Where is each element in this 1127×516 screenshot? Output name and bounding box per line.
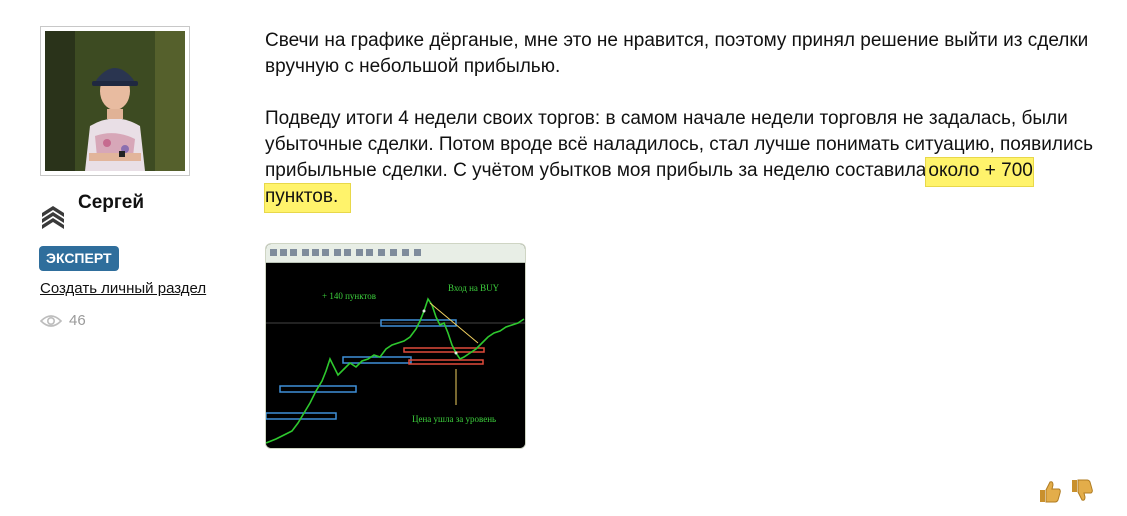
views-counter: 46: [40, 312, 86, 329]
expert-badge: ЭКСПЕРТ: [39, 246, 119, 271]
post-paragraph-1: Свечи на графике дёрганые, мне это не нр…: [265, 30, 1089, 77]
avatar[interactable]: [40, 26, 190, 176]
create-section-link[interactable]: Создать личный раздел: [40, 280, 206, 297]
thumbs-up-icon[interactable]: [1037, 478, 1063, 504]
views-count: 46: [69, 312, 86, 329]
user-sidebar: Сергей ЭКСПЕРТ Создать личный раздел 46: [0, 0, 250, 516]
chart-plot: + 140 пунктов Вход на BUY Цена ушла за у…: [266, 263, 525, 448]
reactions: [1037, 478, 1095, 504]
post-body: Свечи на графике дёрганые, мне это не нр…: [264, 28, 1110, 236]
post-paragraph-2: Подведу итоги 4 недели своих торгов: в с…: [264, 106, 1110, 213]
rank-chevron-icon: [42, 206, 64, 229]
avatar-photo: [45, 31, 185, 171]
chart-toolbar: [266, 244, 525, 263]
eye-icon: [40, 314, 62, 327]
username[interactable]: Сергей: [78, 192, 144, 214]
chart-label-level: Цена ушла за уровень: [412, 414, 496, 424]
thumbs-down-icon[interactable]: [1069, 478, 1095, 504]
trading-chart-screenshot[interactable]: + 140 пунктов Вход на BUY Цена ушла за у…: [265, 243, 526, 449]
chart-label-profit: + 140 пунктов: [322, 291, 376, 301]
chart-label-entry: Вход на BUY: [448, 283, 500, 293]
